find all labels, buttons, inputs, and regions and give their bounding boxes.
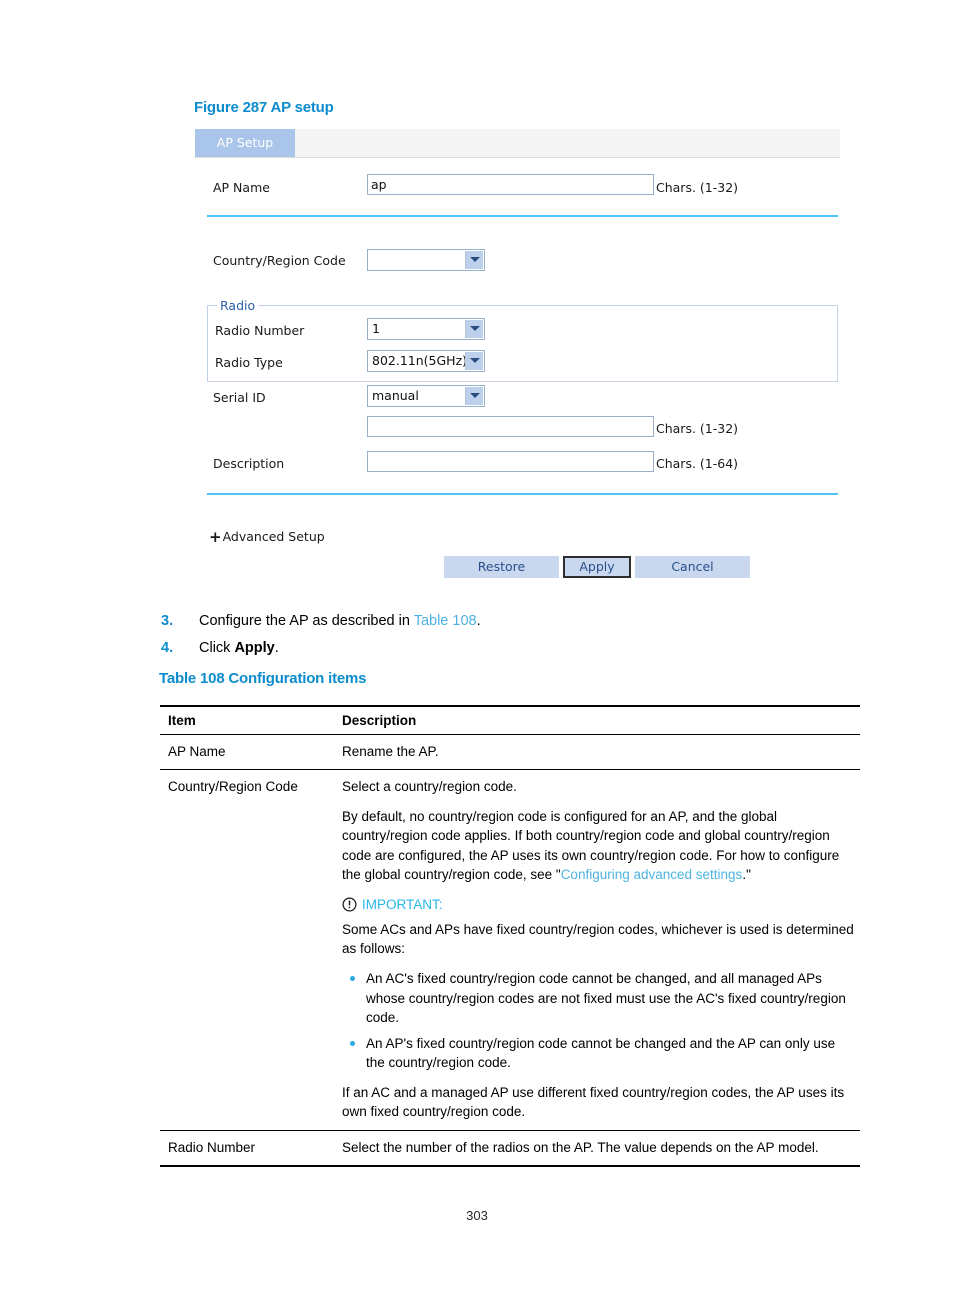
- figure-caption: Figure 287 AP setup: [194, 99, 334, 116]
- serial-id-text-hint: Chars. (1-32): [656, 421, 739, 436]
- table-header-row: Item Description: [160, 705, 860, 735]
- description-label: Description: [213, 456, 285, 471]
- divider-top: [207, 215, 838, 217]
- tab-bar: AP Setup: [195, 129, 840, 158]
- divider-radio-bottom: [207, 381, 838, 382]
- tab-ap-setup[interactable]: AP Setup: [195, 129, 295, 157]
- serial-id-label: Serial ID: [213, 390, 266, 405]
- radio-fieldset-box: [207, 305, 838, 382]
- row-item-ap-name: AP Name: [160, 734, 334, 771]
- step-4-text-before: Click: [199, 640, 235, 656]
- configuration-items-table: Item Description AP Name Rename the AP. …: [160, 705, 860, 1167]
- step-4-bold-apply: Apply: [234, 640, 275, 656]
- link-configuring-advanced-settings[interactable]: Configuring advanced settings: [561, 867, 743, 882]
- important-label: IMPORTANT:: [362, 896, 443, 912]
- step-4-number: 4.: [161, 640, 174, 656]
- chevron-down-icon: [465, 352, 483, 370]
- row-description-radio-number: Select the number of the radios on the A…: [334, 1130, 860, 1167]
- radio-number-label: Radio Number: [215, 323, 305, 338]
- important-icon: [342, 897, 357, 912]
- table-head: Item Description: [160, 705, 860, 735]
- list-item: An AP's fixed country/region code cannot…: [342, 1034, 854, 1072]
- table-row: Radio Number Select the number of the ra…: [160, 1130, 860, 1167]
- radio-type-label: Radio Type: [215, 355, 283, 370]
- page-number: 303: [466, 1208, 488, 1223]
- step-4-text-after: .: [274, 640, 279, 656]
- ap-name-label: AP Name: [213, 180, 270, 195]
- row-item-radio-number: Radio Number: [160, 1130, 334, 1167]
- country-code-paragraph-1: Select a country/region code.: [342, 779, 517, 795]
- cancel-button[interactable]: Cancel: [635, 556, 750, 578]
- serial-id-select[interactable]: manual: [367, 385, 485, 407]
- step-3-text-before: Configure the AP as described in: [199, 613, 414, 629]
- plus-icon: +: [209, 528, 222, 546]
- table-caption: Table 108 Configuration items: [159, 670, 367, 687]
- radio-number-select[interactable]: 1: [367, 318, 485, 340]
- chevron-down-icon: [465, 387, 483, 405]
- serial-id-text-input[interactable]: [367, 416, 654, 437]
- advanced-setup-toggle[interactable]: +Advanced Setup: [209, 528, 325, 546]
- column-header-item: Item: [160, 705, 334, 735]
- country-region-code-select[interactable]: [367, 249, 485, 271]
- restore-button[interactable]: Restore: [444, 556, 559, 578]
- table-body: AP Name Rename the AP. Country/Region Co…: [160, 734, 860, 1167]
- list-item: An AC's fixed country/region code cannot…: [342, 969, 854, 1026]
- country-code-bullet-list: An AC's fixed country/region code cannot…: [342, 969, 854, 1072]
- step-3-number: 3.: [161, 613, 174, 629]
- important-notice-header: IMPORTANT:: [342, 895, 854, 914]
- country-code-paragraph-4: If an AC and a managed AP use different …: [342, 1085, 845, 1120]
- description-hint: Chars. (1-64): [656, 456, 739, 471]
- country-code-p2-after: .": [742, 866, 751, 882]
- radio-fieldset-legend: Radio: [217, 298, 259, 313]
- serial-id-value: manual: [372, 388, 419, 403]
- apply-button[interactable]: Apply: [563, 556, 631, 578]
- advanced-setup-label: Advanced Setup: [222, 529, 325, 544]
- row-description-ap-name: Rename the AP.: [334, 734, 860, 771]
- radio-type-select[interactable]: 802.11n(5GHz): [367, 350, 485, 372]
- table-row: Country/Region Code Select a country/reg…: [160, 769, 860, 1131]
- table-row: AP Name Rename the AP.: [160, 734, 860, 771]
- radio-number-value: 1: [372, 321, 380, 336]
- country-code-paragraph-2: By default, no country/region code is co…: [342, 807, 854, 884]
- column-header-description: Description: [334, 705, 860, 735]
- country-region-code-label: Country/Region Code: [213, 253, 346, 268]
- row-description-country-region-code: Select a country/region code. By default…: [334, 769, 860, 1131]
- step-3-text: Configure the AP as described in Table 1…: [199, 613, 481, 629]
- chevron-down-icon: [465, 251, 483, 269]
- ap-name-hint: Chars. (1-32): [656, 180, 739, 195]
- step-3-link-table-108[interactable]: Table 108: [414, 613, 477, 629]
- country-code-paragraph-3: Some ACs and APs have fixed country/regi…: [342, 922, 854, 957]
- row-item-country-region-code: Country/Region Code: [160, 769, 334, 1131]
- divider-bottom: [207, 493, 838, 495]
- step-3-text-after: .: [476, 613, 481, 629]
- radio-type-value: 802.11n(5GHz): [372, 353, 468, 368]
- chevron-down-icon: [465, 320, 483, 338]
- ap-setup-screenshot-panel: AP Setup AP Name ap Chars. (1-32) Countr…: [195, 129, 840, 591]
- description-input[interactable]: [367, 451, 654, 472]
- ap-name-input[interactable]: ap: [367, 174, 654, 195]
- step-4-text: Click Apply.: [199, 640, 279, 656]
